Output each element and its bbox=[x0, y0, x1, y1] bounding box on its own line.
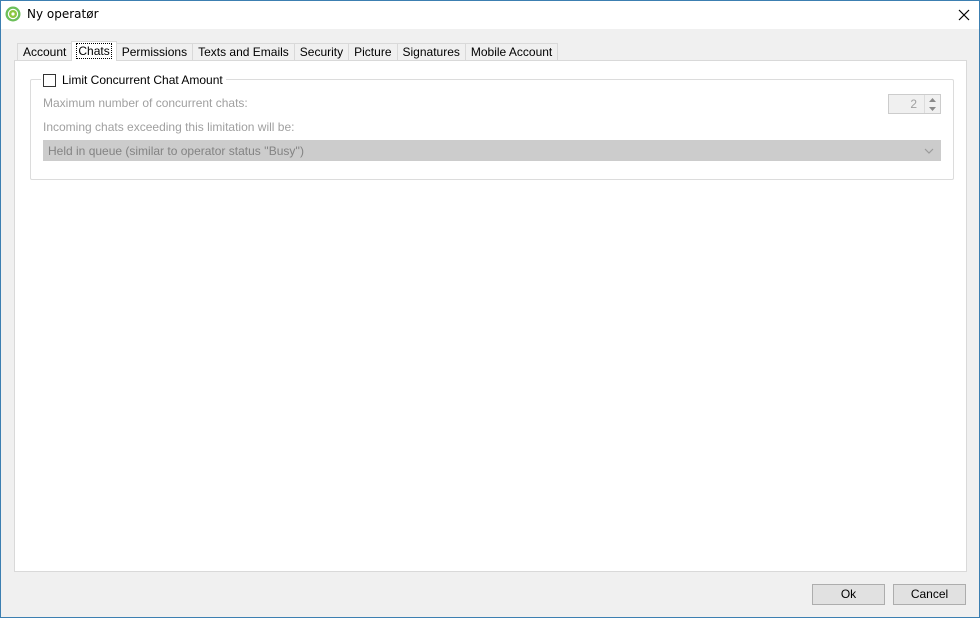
dropdown-arrow-icon bbox=[924, 148, 934, 154]
chevron-up-icon bbox=[929, 97, 936, 102]
chats-tab-panel: Limit Concurrent Chat Amount Maximum num… bbox=[14, 60, 967, 572]
exceeding-action-select[interactable]: Held in queue (similar to operator statu… bbox=[43, 140, 941, 161]
dialog-window: Ny operatør Account Chats Permissions Te… bbox=[0, 0, 980, 618]
close-icon bbox=[958, 9, 970, 21]
tab-signatures[interactable]: Signatures bbox=[396, 43, 466, 61]
app-gear-icon bbox=[5, 6, 21, 22]
tab-texts-and-emails[interactable]: Texts and Emails bbox=[192, 43, 295, 61]
tab-mobile-account[interactable]: Mobile Account bbox=[464, 43, 559, 61]
spinner-buttons bbox=[924, 95, 940, 113]
title-bar: Ny operatør bbox=[1, 1, 979, 29]
max-chats-spinner[interactable]: 2 bbox=[888, 94, 941, 114]
cancel-button[interactable]: Cancel bbox=[893, 584, 966, 605]
chevron-down-icon bbox=[929, 106, 936, 111]
tab-picture[interactable]: Picture bbox=[348, 43, 398, 61]
limit-concurrent-checkbox[interactable] bbox=[43, 73, 56, 87]
tab-strip: Account Chats Permissions Texts and Emai… bbox=[17, 41, 559, 61]
tab-security[interactable]: Security bbox=[293, 43, 350, 61]
tab-chats[interactable]: Chats bbox=[71, 41, 117, 61]
spin-up-button[interactable] bbox=[925, 95, 940, 104]
spin-down-button[interactable] bbox=[925, 104, 940, 113]
limit-concurrent-label[interactable]: Limit Concurrent Chat Amount bbox=[62, 73, 223, 87]
concurrent-chat-groupbox: Limit Concurrent Chat Amount Maximum num… bbox=[30, 73, 954, 180]
exceeding-action-value: Held in queue (similar to operator statu… bbox=[48, 144, 304, 158]
max-chats-label: Maximum number of concurrent chats: bbox=[43, 96, 248, 110]
exceeding-label: Incoming chats exceeding this limitation… bbox=[43, 120, 295, 134]
window-title: Ny operatør bbox=[27, 7, 99, 21]
max-chats-value[interactable]: 2 bbox=[889, 95, 925, 113]
tab-permissions[interactable]: Permissions bbox=[115, 43, 194, 61]
tab-account[interactable]: Account bbox=[17, 43, 73, 61]
close-button[interactable] bbox=[949, 1, 979, 29]
group-legend: Limit Concurrent Chat Amount bbox=[41, 73, 226, 87]
ok-button[interactable]: Ok bbox=[812, 584, 885, 605]
